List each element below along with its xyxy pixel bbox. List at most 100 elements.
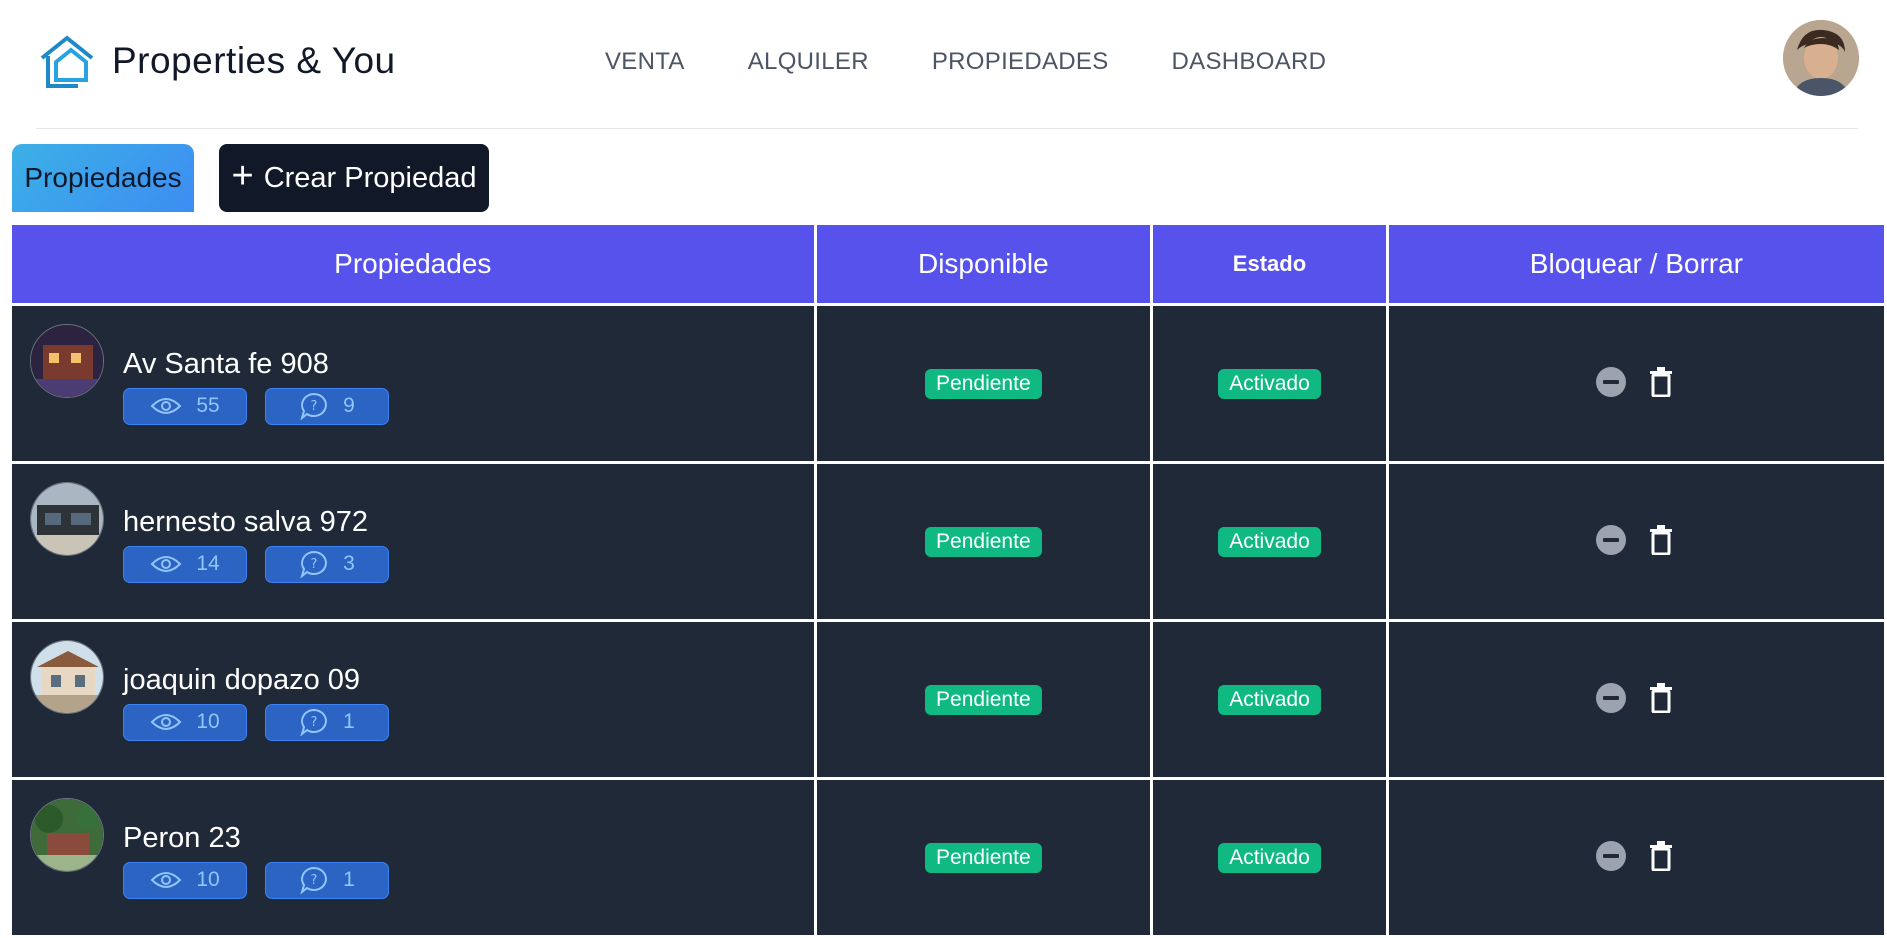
main-nav: VENTA ALQUILER PROPIEDADES DASHBOARD: [605, 48, 1326, 76]
property-stats: 10 ? 1: [123, 861, 389, 899]
property-stats: 14 ? 3: [123, 545, 389, 583]
svg-text:?: ?: [311, 557, 318, 572]
top-header: Properties & You VENTA ALQUILER PROPIEDA…: [0, 0, 1887, 129]
col-header-propiedades: Propiedades: [9, 222, 817, 306]
properties-table: Propiedades Disponible Estado Bloquear /…: [9, 222, 1887, 938]
minus-circle-icon: [1596, 524, 1627, 555]
table-row: hernesto salva 972 14 ? 3 Pendiente Acti…: [9, 461, 1887, 622]
question-bubble-icon: ?: [300, 392, 328, 420]
question-bubble-icon: ?: [300, 708, 328, 736]
block-button[interactable]: [1595, 365, 1627, 399]
nav-alquiler[interactable]: ALQUILER: [748, 48, 869, 76]
trash-icon: [1650, 524, 1673, 555]
eye-icon: [150, 556, 182, 572]
nav-dashboard[interactable]: DASHBOARD: [1172, 48, 1327, 76]
questions-count: 1: [343, 868, 355, 891]
actions-cell: [1385, 461, 1887, 622]
svg-text:?: ?: [311, 715, 318, 730]
estado-badge: Activado: [1218, 368, 1321, 399]
property-stats: 10 ? 1: [123, 703, 389, 741]
property-cell: Peron 23 10 ? 1: [9, 777, 817, 938]
questions-counter[interactable]: ? 1: [265, 703, 389, 741]
nav-propiedades[interactable]: PROPIEDADES: [932, 48, 1109, 76]
minus-circle-icon: [1596, 682, 1627, 713]
svg-text:?: ?: [311, 399, 318, 414]
property-thumbnail[interactable]: [30, 797, 104, 872]
questions-counter[interactable]: ? 1: [265, 861, 389, 899]
views-count: 10: [196, 868, 220, 891]
views-count: 14: [196, 552, 220, 575]
question-bubble-icon: ?: [300, 550, 328, 578]
property-thumbnail[interactable]: [30, 481, 104, 556]
disponible-cell: Pendiente: [813, 619, 1154, 780]
delete-button[interactable]: [1645, 681, 1677, 715]
disponible-badge: Pendiente: [925, 368, 1042, 399]
views-count: 10: [196, 710, 220, 733]
table-row: Av Santa fe 908 55 ? 9 Pendiente Activad…: [9, 303, 1887, 464]
eye-icon: [150, 872, 182, 888]
block-button[interactable]: [1595, 523, 1627, 557]
table-header-row: Propiedades Disponible Estado Bloquear /…: [9, 222, 1887, 306]
estado-cell: Activado: [1150, 619, 1389, 780]
questions-count: 3: [343, 552, 355, 575]
disponible-badge: Pendiente: [925, 526, 1042, 557]
col-header-estado: Estado: [1150, 222, 1389, 306]
trash-icon: [1650, 682, 1673, 713]
user-avatar[interactable]: [1783, 20, 1859, 96]
property-name[interactable]: hernesto salva 972: [123, 506, 368, 539]
disponible-badge: Pendiente: [925, 684, 1042, 715]
questions-counter[interactable]: ? 3: [265, 545, 389, 583]
actions-cell: [1385, 303, 1887, 464]
property-name[interactable]: Av Santa fe 908: [123, 348, 329, 381]
block-button[interactable]: [1595, 839, 1627, 873]
trash-icon: [1650, 366, 1673, 397]
nav-venta[interactable]: VENTA: [605, 48, 685, 76]
disponible-cell: Pendiente: [813, 777, 1154, 938]
property-name[interactable]: joaquin dopazo 09: [123, 664, 360, 697]
table-row: Peron 23 10 ? 1 Pendiente Activado: [9, 777, 1887, 938]
disponible-badge: Pendiente: [925, 842, 1042, 873]
header-divider: [36, 128, 1858, 129]
property-stats: 55 ? 9: [123, 387, 389, 425]
questions-count: 9: [343, 394, 355, 417]
property-thumbnail[interactable]: [30, 323, 104, 398]
tab-propiedades[interactable]: Propiedades: [12, 144, 194, 212]
plus-icon: +: [231, 155, 254, 197]
minus-circle-icon: [1596, 366, 1627, 397]
delete-button[interactable]: [1645, 523, 1677, 557]
questions-count: 1: [343, 710, 355, 733]
create-property-label: Crear Propiedad: [263, 161, 477, 194]
estado-cell: Activado: [1150, 777, 1389, 938]
house-logo-icon[interactable]: [38, 34, 96, 90]
delete-button[interactable]: [1645, 839, 1677, 873]
property-cell: joaquin dopazo 09 10 ? 1: [9, 619, 817, 780]
views-counter[interactable]: 55: [123, 387, 247, 425]
property-name[interactable]: Peron 23: [123, 822, 241, 855]
estado-badge: Activado: [1218, 526, 1321, 557]
trash-icon: [1650, 840, 1673, 871]
estado-cell: Activado: [1150, 303, 1389, 464]
property-cell: Av Santa fe 908 55 ? 9: [9, 303, 817, 464]
brand-name[interactable]: Properties & You: [112, 40, 396, 82]
minus-circle-icon: [1596, 840, 1627, 871]
views-counter[interactable]: 10: [123, 703, 247, 741]
delete-button[interactable]: [1645, 365, 1677, 399]
views-counter[interactable]: 10: [123, 861, 247, 899]
property-thumbnail[interactable]: [30, 639, 104, 714]
col-header-acciones: Bloquear / Borrar: [1385, 222, 1887, 306]
views-counter[interactable]: 14: [123, 545, 247, 583]
actions-cell: [1385, 777, 1887, 938]
block-button[interactable]: [1595, 681, 1627, 715]
estado-badge: Activado: [1218, 684, 1321, 715]
col-header-disponible: Disponible: [813, 222, 1154, 306]
disponible-cell: Pendiente: [813, 303, 1154, 464]
create-property-button[interactable]: + Crear Propiedad: [219, 144, 489, 212]
disponible-cell: Pendiente: [813, 461, 1154, 622]
questions-counter[interactable]: ? 9: [265, 387, 389, 425]
estado-cell: Activado: [1150, 461, 1389, 622]
table-row: joaquin dopazo 09 10 ? 1 Pendiente Activ…: [9, 619, 1887, 780]
views-count: 55: [196, 394, 220, 417]
property-cell: hernesto salva 972 14 ? 3: [9, 461, 817, 622]
question-bubble-icon: ?: [300, 866, 328, 894]
actions-cell: [1385, 619, 1887, 780]
